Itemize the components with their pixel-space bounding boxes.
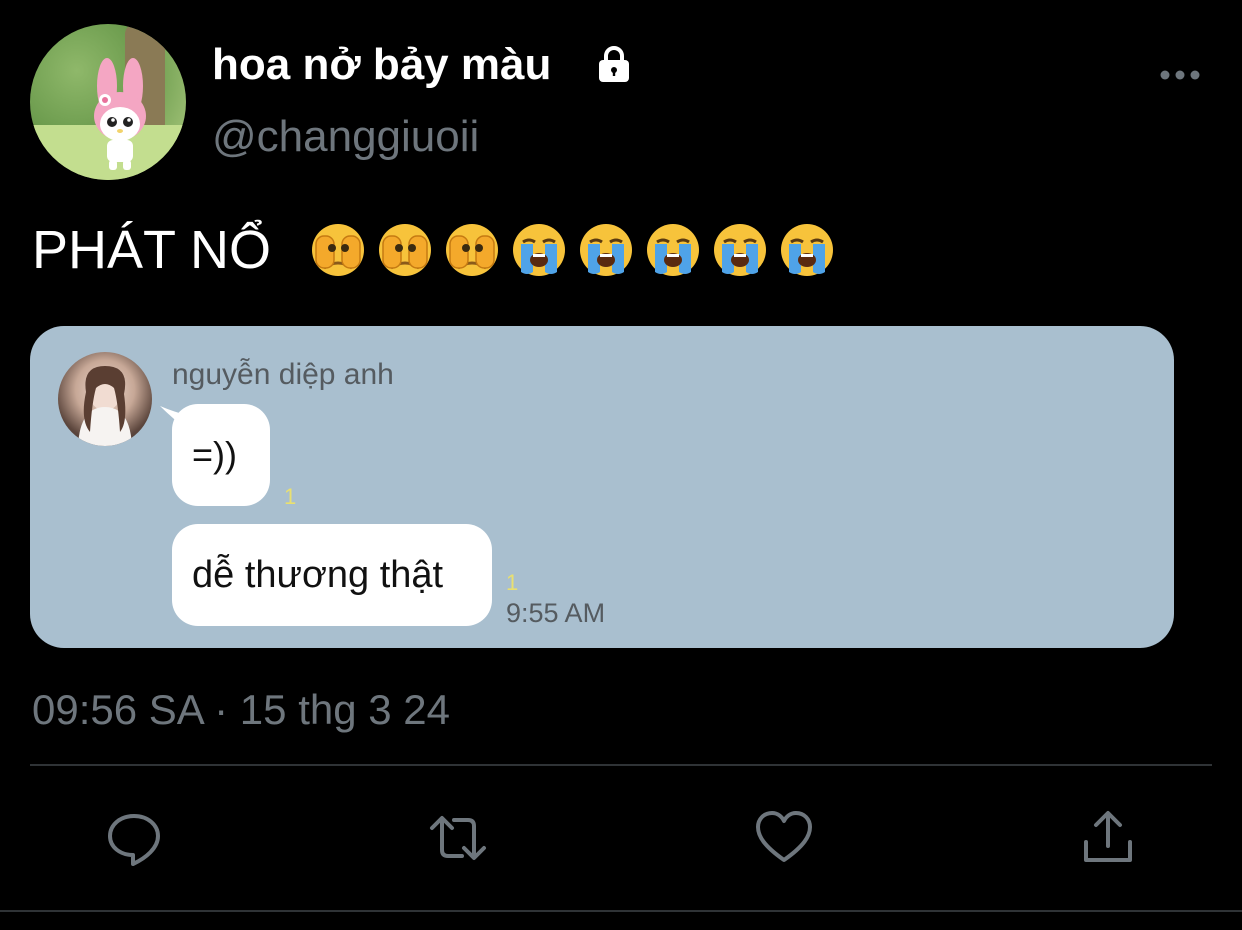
bottom-divider (0, 910, 1242, 912)
tweet-media-image[interactable]: nguyễn diệp anh =)) 1 dễ thương thật 1 9… (30, 326, 1174, 648)
chat-message-time: 9:55 AM (506, 598, 606, 628)
loudly-crying-face-icon (513, 224, 565, 276)
avatar[interactable] (30, 24, 186, 180)
loudly-crying-face-icon (781, 224, 833, 276)
chat-bubble: =)) (172, 404, 270, 506)
reply-icon[interactable] (104, 808, 164, 868)
read-count: 1 (506, 570, 519, 595)
more-horizontal-icon[interactable] (1158, 60, 1202, 90)
heart-icon[interactable] (754, 808, 814, 868)
retweet-icon[interactable] (428, 808, 488, 868)
tweet-text: PHÁT NỔ (32, 220, 272, 280)
face-covering-eyes-icon (379, 224, 431, 276)
emoji-row (310, 222, 835, 278)
read-count: 1 (284, 484, 297, 509)
divider (30, 764, 1212, 766)
display-name[interactable]: hoa nở bảy màu (212, 40, 551, 90)
share-icon[interactable] (1078, 808, 1138, 868)
loudly-crying-face-icon (647, 224, 699, 276)
chat-bubble: dễ thương thật (172, 524, 492, 626)
chat-sender-name: nguyễn diệp anh (172, 358, 394, 391)
tweet-timestamp[interactable]: 09:56 SA · 15 thg 3 24 (32, 686, 450, 734)
face-covering-eyes-icon (446, 224, 498, 276)
portrait-icon (78, 366, 132, 446)
my-melody-icon (94, 58, 146, 170)
chat-avatar (58, 352, 152, 446)
user-handle[interactable]: @changgiuoii (212, 112, 479, 162)
loudly-crying-face-icon (714, 224, 766, 276)
lock-icon (599, 46, 629, 82)
loudly-crying-face-icon (580, 224, 632, 276)
face-covering-eyes-icon (312, 224, 364, 276)
